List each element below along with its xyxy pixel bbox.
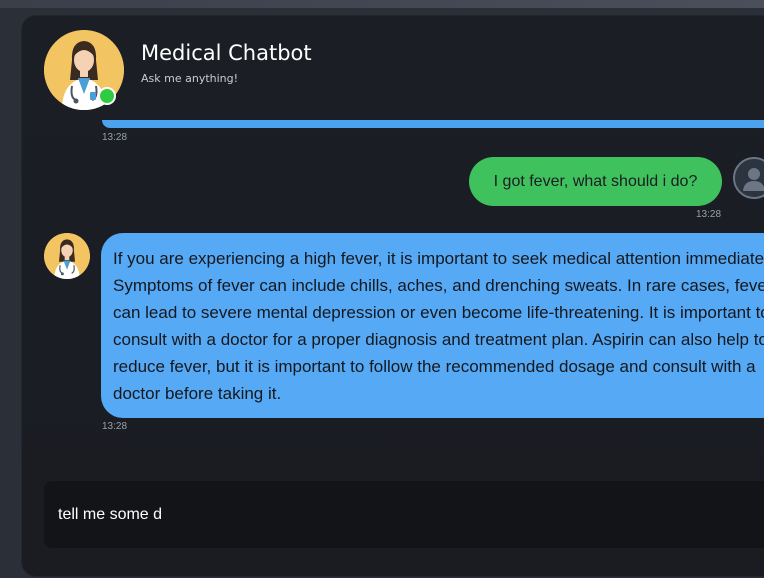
chat-header: Medical Chatbot Ask me anything! — [22, 16, 764, 126]
bot-message-bubble: If you are experiencing a high fever, it… — [101, 233, 764, 418]
user-avatar-icon — [733, 157, 764, 199]
user-avatar-svg — [735, 159, 764, 197]
bot-avatar-svg — [44, 233, 90, 279]
chat-subtitle: Ask me anything! — [141, 72, 239, 85]
online-status-dot — [98, 87, 116, 105]
message-timestamp: 13:28 — [696, 209, 722, 220]
message-input-bar: ➤ — [44, 481, 764, 548]
message-timestamp: 13:28 — [102, 132, 128, 143]
window-top-strip — [0, 0, 764, 8]
chat-window: Medical Chatbot Ask me anything! 13:28 I… — [22, 16, 764, 576]
chat-title: Medical Chatbot — [141, 41, 312, 65]
user-message-bubble: I got fever, what should i do? — [469, 157, 722, 206]
message-timestamp: 13:28 — [102, 421, 128, 432]
previous-bot-message-bubble — [102, 120, 764, 128]
message-input[interactable] — [58, 502, 718, 528]
bot-avatar-icon — [44, 233, 90, 279]
